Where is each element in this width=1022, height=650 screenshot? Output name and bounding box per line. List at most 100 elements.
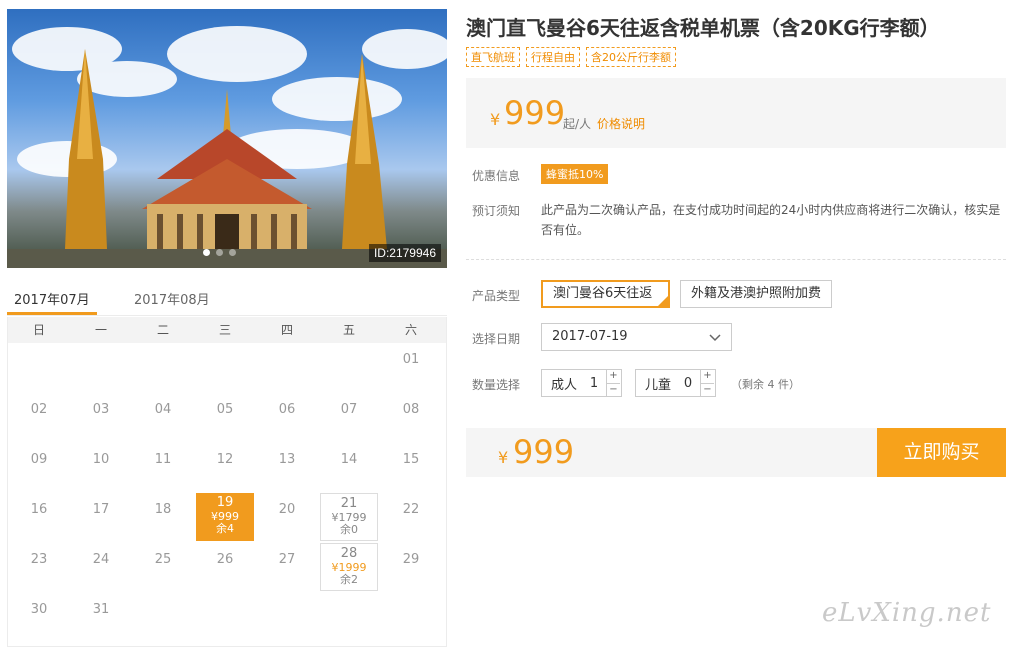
day-number: 26 (216, 552, 234, 567)
calendar-day[interactable]: 30 (8, 593, 70, 643)
calendar-day[interactable]: 23 (8, 543, 70, 593)
stepper-buttons: + − (606, 370, 620, 396)
remaining-stock: （剩余 4 件） (731, 378, 800, 391)
day-price-box[interactable]: 21 ¥1799 余0 (320, 493, 378, 541)
calendar-day[interactable]: 14 (318, 443, 380, 493)
calendar-day[interactable]: 19 ¥999 余4 (194, 493, 256, 543)
temple-image (7, 26, 447, 268)
calendar-day[interactable]: 13 (256, 443, 318, 493)
day-number: 24 (92, 552, 110, 567)
calendar-day[interactable]: 26 (194, 543, 256, 593)
calendar-day[interactable]: 12 (194, 443, 256, 493)
day-number: 31 (92, 602, 110, 617)
calendar-day[interactable]: 08 (380, 393, 442, 443)
tab-month-july[interactable]: 2017年07月 (7, 285, 97, 315)
decrement-button[interactable]: − (701, 382, 714, 397)
day-number: 12 (216, 452, 234, 467)
child-quantity-stepper[interactable]: 儿童 0 + − (635, 369, 716, 397)
price-value: 999 (504, 94, 566, 132)
calendar-day[interactable]: 17 (70, 493, 132, 543)
chevron-down-icon (709, 324, 721, 359)
buy-now-button[interactable]: 立即购买 (877, 428, 1006, 477)
calendar-day[interactable]: 31 (70, 593, 132, 643)
product-photo[interactable]: ID:2179946 (7, 9, 447, 268)
date-select[interactable]: 2017-07-19 (541, 323, 732, 351)
increment-button[interactable]: + (607, 370, 620, 383)
feature-tag: 行程自由 (526, 47, 580, 67)
calendar-day[interactable]: 02 (8, 393, 70, 443)
child-count[interactable]: 0 (676, 376, 700, 391)
calendar-day[interactable]: 16 (8, 493, 70, 543)
day-number: 01 (402, 352, 420, 367)
calendar-day[interactable]: 29 (380, 543, 442, 593)
date-label: 选择日期 (472, 332, 521, 346)
day-number: 08 (402, 402, 420, 417)
watermark: eLvXing.net (822, 598, 992, 628)
calendar-day[interactable]: 07 (318, 393, 380, 443)
price-explain-link[interactable]: 价格说明 (597, 115, 645, 132)
day-number: 22 (402, 502, 420, 517)
feature-tags: 直飞航班 行程自由 含20公斤行李额 (466, 47, 676, 67)
price-box: ¥ 999 起/人 价格说明 (466, 78, 1006, 148)
calendar-day[interactable]: 11 (132, 443, 194, 493)
day-number: 11 (154, 452, 172, 467)
calendar-day[interactable]: 06 (256, 393, 318, 443)
notice-text: 此产品为二次确认产品，在支付成功时间起的24小时内供应商将进行二次确认，核实是否… (541, 203, 1001, 237)
calendar-day[interactable]: 28 ¥1999 余2 (318, 543, 380, 593)
calendar-day[interactable]: 21 ¥1799 余0 (318, 493, 380, 543)
calendar-day[interactable]: 27 (256, 543, 318, 593)
calendar-day[interactable]: 01 (380, 343, 442, 393)
product-type-option[interactable]: 外籍及港澳护照附加费 (680, 280, 833, 308)
calendar-grid: 01 02 03 04 05 06 07 08 09 10 11 12 13 14 15 16 17 18 19 ¥9… (8, 343, 446, 643)
weekday-label: 日 (32, 323, 45, 337)
carousel-dot[interactable] (216, 249, 223, 256)
carousel-dot[interactable] (229, 249, 236, 256)
carousel-dots[interactable] (203, 249, 236, 256)
month-tabs: 2017年07月 2017年08月 (7, 285, 447, 316)
calendar-day[interactable]: 15 (380, 443, 442, 493)
day-number: 09 (30, 452, 48, 467)
calendar-day[interactable]: 25 (132, 543, 194, 593)
day-number: 13 (278, 452, 296, 467)
stepper-buttons: + − (700, 370, 714, 396)
price-unit: 起/人 (563, 117, 592, 131)
weekday-label: 一 (94, 323, 107, 337)
increment-button[interactable]: + (701, 370, 714, 383)
carousel-dot[interactable] (203, 249, 210, 256)
day-number: 25 (154, 552, 172, 567)
product-type-option-active[interactable]: 澳门曼谷6天往返 (541, 280, 670, 308)
weekday-label: 三 (218, 323, 231, 337)
calendar-day[interactable]: 05 (194, 393, 256, 443)
decrement-button[interactable]: − (607, 382, 620, 397)
product-type-label: 产品类型 (472, 289, 521, 303)
notice-label: 预订须知 (472, 204, 521, 218)
day-number: 21 (340, 496, 358, 511)
day-number: 28 (340, 546, 358, 561)
day-number: 04 (154, 402, 172, 417)
currency-symbol: ¥ (498, 448, 509, 467)
calendar-day[interactable]: 22 (380, 493, 442, 543)
calendar-day[interactable]: 09 (8, 443, 70, 493)
calendar-day[interactable]: 18 (132, 493, 194, 543)
calendar-day[interactable]: 20 (256, 493, 318, 543)
child-label: 儿童 (645, 377, 672, 393)
calendar-day[interactable]: 04 (132, 393, 194, 443)
day-number: 06 (278, 402, 296, 417)
day-stock: 余2 (340, 573, 358, 586)
calendar-day[interactable]: 24 (70, 543, 132, 593)
day-number: 23 (30, 552, 48, 567)
day-price-box[interactable]: 19 ¥999 余4 (196, 493, 254, 541)
day-price-box[interactable]: 28 ¥1999 余2 (320, 543, 378, 591)
day-number: 15 (402, 452, 420, 467)
day-number: 02 (30, 402, 48, 417)
tab-month-august[interactable]: 2017年08月 (127, 285, 217, 315)
adult-quantity-stepper[interactable]: 成人 1 + − (541, 369, 622, 397)
day-number: 30 (30, 602, 48, 617)
calendar-day[interactable]: 03 (70, 393, 132, 443)
calendar-empty-cell (256, 343, 318, 393)
day-number: 20 (278, 502, 296, 517)
quantity-label: 数量选择 (472, 378, 521, 392)
day-number: 05 (216, 402, 234, 417)
calendar-day[interactable]: 10 (70, 443, 132, 493)
adult-count[interactable]: 1 (582, 376, 606, 391)
